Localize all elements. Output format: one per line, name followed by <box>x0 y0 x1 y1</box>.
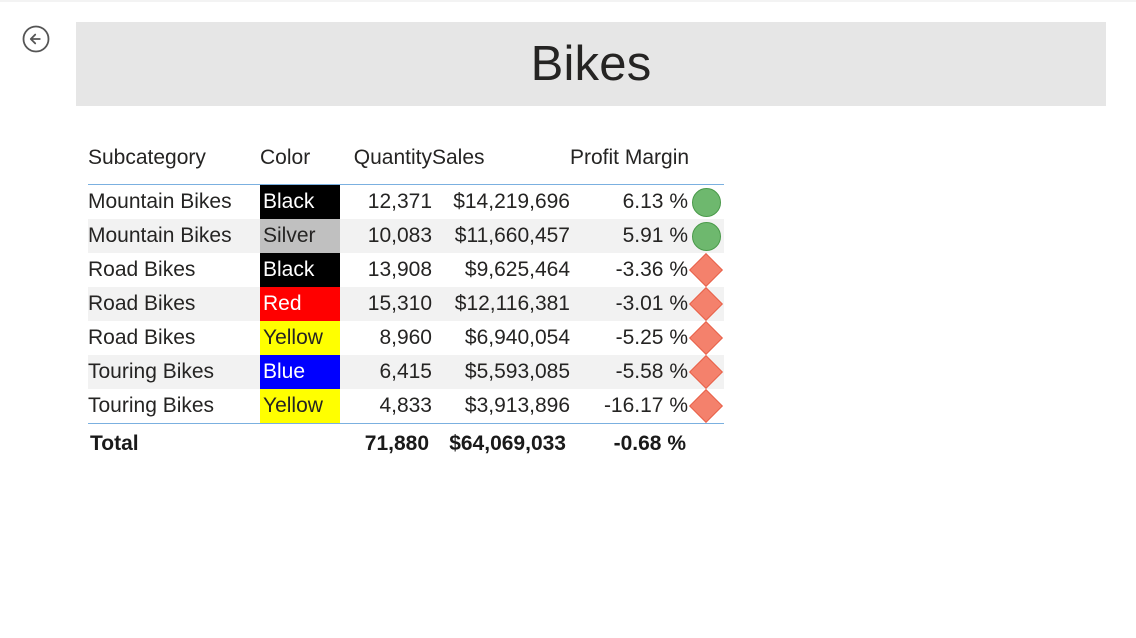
total-profit-margin: -0.68 % <box>613 431 686 455</box>
column-header-color[interactable]: Color <box>260 132 340 185</box>
cell-color: Yellow <box>260 321 340 355</box>
color-swatch: Black <box>260 253 340 287</box>
cell-profit-margin: 5.91 % <box>622 224 688 247</box>
color-swatch: Red <box>260 287 340 321</box>
table-row[interactable]: Mountain Bikes Black 12,371 $14,219,696 6.13… <box>88 184 724 220</box>
table-row[interactable]: Road Bikes Black 13,908 $9,625,464 -3.36 % <box>88 253 724 287</box>
kpi-circle-icon <box>691 187 721 217</box>
color-swatch: Yellow <box>260 389 340 423</box>
table-row[interactable]: Touring Bikes Blue 6,415 $5,593,085 -5.58 % <box>88 355 724 389</box>
total-kpi <box>688 424 724 464</box>
cell-sales: $3,913,896 <box>464 394 570 417</box>
cell-quantity: 10,083 <box>367 224 432 247</box>
cell-profit-margin: -3.01 % <box>615 292 688 315</box>
cell-quantity: 4,833 <box>379 394 432 417</box>
cell-subcategory: Touring Bikes <box>88 394 215 417</box>
cell-sales: $5,593,085 <box>464 360 570 383</box>
cell-subcategory: Road Bikes <box>88 326 196 349</box>
table-total-row: Total 71,880 $64,069,033 -0.68 % <box>88 423 724 464</box>
kpi-diamond-icon <box>689 253 723 287</box>
cell-quantity: 15,310 <box>367 292 432 315</box>
cell-color: Blue <box>260 355 340 389</box>
cell-kpi <box>688 287 724 321</box>
cell-kpi <box>688 219 724 253</box>
cell-sales: $9,625,464 <box>464 258 570 281</box>
cell-quantity: 13,908 <box>367 258 432 281</box>
kpi-diamond-icon <box>689 321 723 355</box>
column-header-subcategory[interactable]: Subcategory <box>88 132 260 185</box>
cell-color: Black <box>260 185 340 219</box>
color-swatch: Blue <box>260 355 340 389</box>
cell-profit-margin: -5.58 % <box>615 360 688 383</box>
cell-kpi <box>688 355 724 389</box>
table-body: Mountain Bikes Black 12,371 $14,219,696 6.13… <box>88 184 724 464</box>
color-swatch: Black <box>260 185 340 219</box>
cell-quantity: 8,960 <box>379 326 432 349</box>
kpi-diamond-icon <box>689 287 723 321</box>
cell-subcategory: Touring Bikes <box>88 360 215 383</box>
cell-sales: $12,116,381 <box>454 292 570 315</box>
cell-subcategory: Mountain Bikes <box>88 224 232 247</box>
cell-profit-margin: -5.25 % <box>615 326 688 349</box>
back-arrow-circle-icon[interactable] <box>19 22 53 56</box>
table-header: Subcategory Color Quantity Sales Profit … <box>88 132 724 185</box>
cell-kpi <box>688 389 724 424</box>
cell-subcategory: Mountain Bikes <box>88 190 232 213</box>
header-row: Subcategory Color Quantity Sales Profit … <box>88 132 724 185</box>
cell-sales: $11,660,457 <box>454 224 570 247</box>
matrix-visual[interactable]: Subcategory Color Quantity Sales Profit … <box>88 132 724 464</box>
cell-color: Black <box>260 253 340 287</box>
cell-profit-margin: 6.13 % <box>622 190 688 213</box>
column-header-sales[interactable]: Sales <box>432 132 570 185</box>
cell-quantity: 6,415 <box>379 360 432 383</box>
cell-subcategory: Road Bikes <box>88 292 196 315</box>
cell-sales: $14,219,696 <box>453 190 570 213</box>
cell-kpi <box>688 185 724 220</box>
kpi-diamond-icon <box>689 355 723 389</box>
table-row[interactable]: Road Bikes Yellow 8,960 $6,940,054 -5.25 % <box>88 321 724 355</box>
kpi-diamond-icon <box>689 389 723 423</box>
top-hairline <box>0 0 1136 2</box>
cell-kpi <box>688 321 724 355</box>
cell-profit-margin: -16.17 % <box>603 394 688 417</box>
data-table: Subcategory Color Quantity Sales Profit … <box>88 132 724 464</box>
cell-quantity: 12,371 <box>367 190 432 213</box>
table-row[interactable]: Road Bikes Red 15,310 $12,116,381 -3.01 % <box>88 287 724 321</box>
cell-profit-margin: -3.36 % <box>615 258 688 281</box>
page-title: Bikes <box>530 36 652 91</box>
color-swatch: Yellow <box>260 321 340 355</box>
cell-subcategory: Road Bikes <box>88 258 196 281</box>
table-row[interactable]: Mountain Bikes Silver 10,083 $11,660,457 5.9… <box>88 219 724 253</box>
total-color <box>260 424 340 464</box>
cell-color: Red <box>260 287 340 321</box>
color-swatch: Silver <box>260 219 340 253</box>
column-header-kpi <box>688 132 724 185</box>
cell-color: Silver <box>260 219 340 253</box>
cell-kpi <box>688 253 724 287</box>
column-header-quantity[interactable]: Quantity <box>340 132 432 185</box>
page-title-banner: Bikes <box>76 22 1106 106</box>
cell-sales: $6,940,054 <box>464 326 570 349</box>
total-sales: $64,069,033 <box>449 431 566 455</box>
total-label: Total <box>90 431 139 455</box>
kpi-circle-icon <box>691 221 721 251</box>
table-row[interactable]: Touring Bikes Yellow 4,833 $3,913,896 -16.17… <box>88 389 724 424</box>
total-quantity: 71,880 <box>364 431 429 455</box>
cell-color: Yellow <box>260 389 340 424</box>
column-header-profit-margin[interactable]: Profit Margin <box>570 132 689 185</box>
